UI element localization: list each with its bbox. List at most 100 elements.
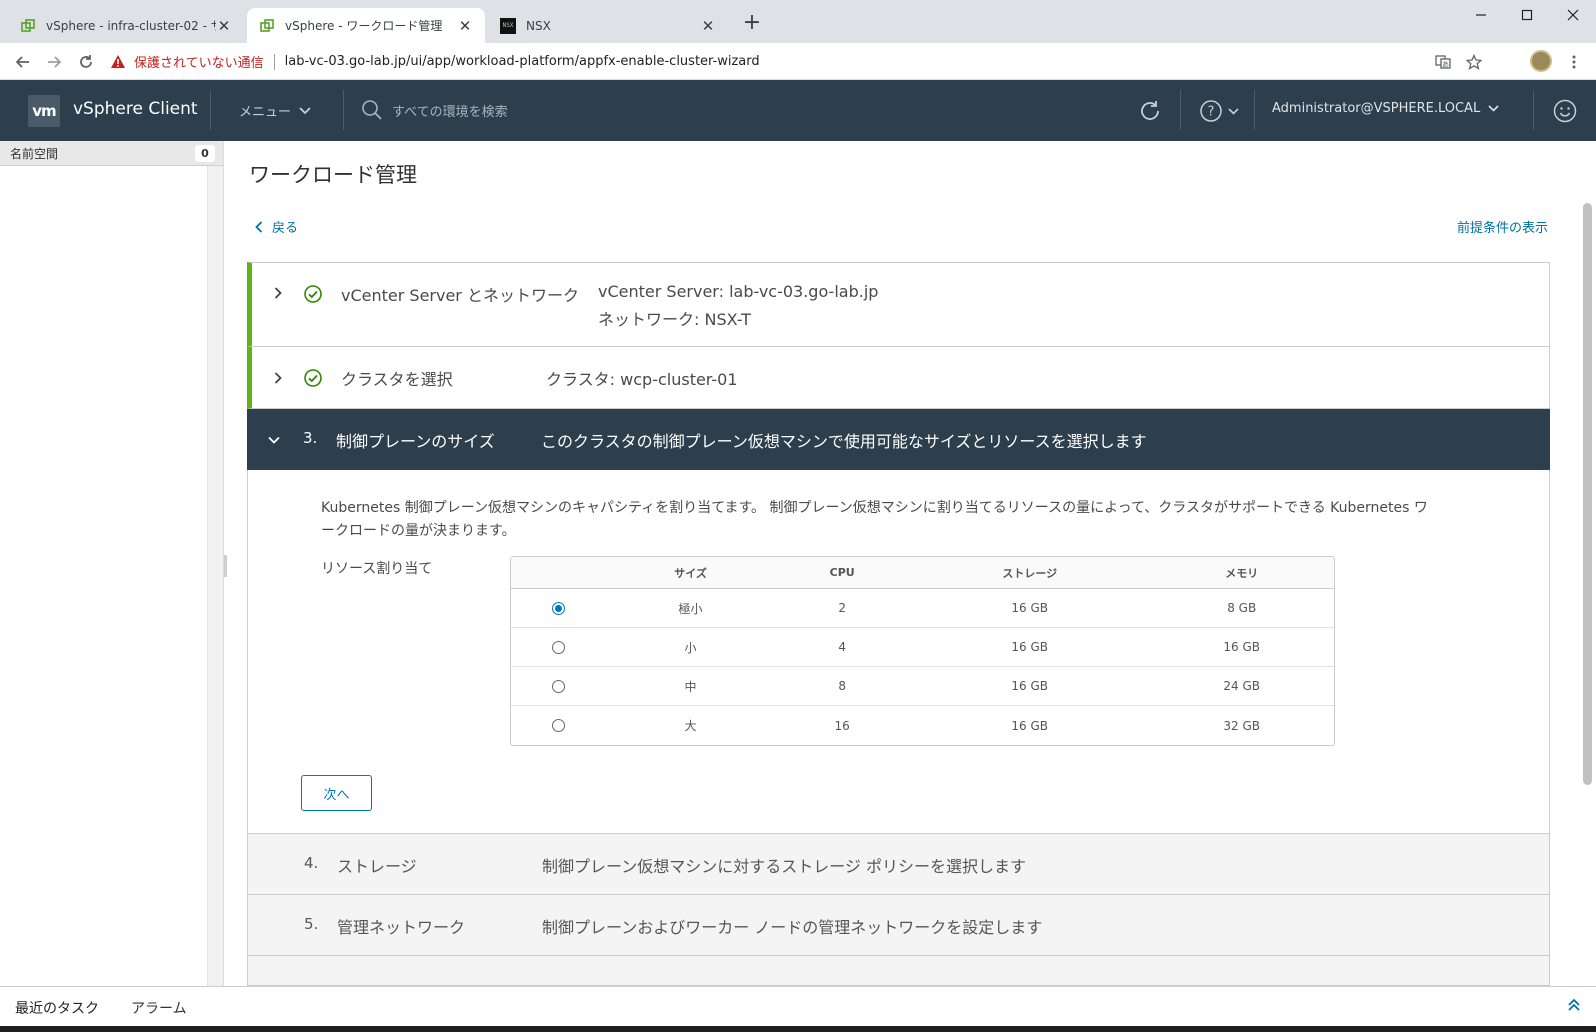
back-link[interactable]: 戻る <box>255 217 298 236</box>
step-select-cluster[interactable]: クラスタを選択 クラスタ: wcp-cluster-01 <box>247 347 1550 409</box>
cell-cpu: 8 <box>838 679 847 693</box>
column-cpu: CPU <box>829 566 855 579</box>
tab-title: vSphere - ワークロード管理 <box>285 19 443 33</box>
size-radio-tiny[interactable] <box>552 601 566 615</box>
menu-button[interactable]: メニュー <box>239 101 311 120</box>
minimize-button[interactable] <box>1458 0 1504 30</box>
table-row[interactable]: 極小 2 16 GB 8 GB <box>511 589 1334 628</box>
cell-size: 大 <box>684 719 697 733</box>
browser-tab-workload[interactable]: vSphere - ワークロード管理 ✕ <box>247 8 485 43</box>
step-control-plane-size-body: Kubernetes 制御プレーン仮想マシンのキャパシティを割り当てます。 制御… <box>247 470 1550 834</box>
check-circle-icon <box>304 285 322 303</box>
user-menu[interactable]: Administrator@VSPHERE.LOCAL <box>1272 101 1499 116</box>
table-row[interactable]: 小 4 16 GB 16 GB <box>511 628 1334 667</box>
cell-size: 極小 <box>678 601 703 616</box>
wizard-steps: vCenter Server とネットワーク vCenter Server: l… <box>247 262 1550 986</box>
step-title: 管理ネットワーク <box>337 918 466 937</box>
back-nav-button[interactable] <box>12 51 34 73</box>
cell-cpu: 16 <box>834 718 850 733</box>
namespace-count-badge: 0 <box>195 144 215 162</box>
close-window-button[interactable] <box>1550 0 1596 30</box>
chevron-right-icon[interactable] <box>271 286 285 300</box>
cell-storage: 16 GB <box>1011 640 1049 654</box>
cell-memory: 8 GB <box>1227 601 1257 615</box>
chevron-down-icon <box>1488 105 1499 112</box>
step-storage[interactable]: 4. ストレージ 制御プレーン仮想マシンに対するストレージ ポリシーを選択します <box>247 834 1550 895</box>
tab-title: NSX <box>526 18 551 33</box>
arrow-left-icon <box>15 56 29 68</box>
browser-tab-strip: vSphere - infra-cluster-02 - サマリ ✕ vSphe… <box>0 0 1596 43</box>
step-control-plane-size[interactable]: 3. 制御プレーンのサイズ このクラスタの制御プレーン仮想マシンで使用可能なサイ… <box>247 409 1550 470</box>
reload-icon <box>80 55 92 68</box>
main-scrollbar[interactable] <box>1578 141 1596 986</box>
scrollbar-thumb[interactable] <box>1583 203 1592 785</box>
browser-menu-button[interactable] <box>1563 51 1585 73</box>
new-tab-button[interactable]: + <box>740 12 764 36</box>
namespace-panel-header: 名前空間 0 <box>0 141 223 166</box>
column-memory: メモリ <box>1225 566 1259 580</box>
step-number: 5. <box>304 915 319 933</box>
feedback-button[interactable] <box>1553 98 1577 124</box>
cell-size: 中 <box>684 679 697 694</box>
show-prerequisites-link[interactable]: 前提条件の表示 <box>1457 217 1548 236</box>
refresh-button[interactable] <box>1138 98 1162 124</box>
forward-nav-button[interactable] <box>43 51 65 73</box>
expand-panel-icon[interactable] <box>1566 997 1582 1013</box>
close-tab-icon[interactable]: ✕ <box>457 17 473 35</box>
omnibox[interactable]: 保護されていない通信 lab-vc-03.go-lab.jp/ui/app/wo… <box>110 47 1490 76</box>
browser-tab-nsx[interactable]: NSX NSX ✕ <box>488 8 728 43</box>
address-bar: 保護されていない通信 lab-vc-03.go-lab.jp/ui/app/wo… <box>0 43 1596 80</box>
tab-alarms[interactable]: アラーム <box>131 998 187 1018</box>
browser-tab-infra-cluster[interactable]: vSphere - infra-cluster-02 - サマリ ✕ <box>8 8 244 43</box>
minimize-icon <box>1476 14 1486 16</box>
close-tab-icon[interactable]: ✕ <box>700 17 716 35</box>
recent-tasks-bar: 最近のタスク アラーム <box>0 986 1596 1026</box>
table-header: サイズ CPU ストレージ メモリ <box>511 557 1334 589</box>
close-icon <box>1567 9 1579 21</box>
search-icon <box>362 100 382 120</box>
step-management-network[interactable]: 5. 管理ネットワーク 制御プレーンおよびワーカー ノードの管理ネットワークを設… <box>247 895 1550 956</box>
size-radio-medium[interactable] <box>552 679 566 693</box>
step-summary: クラスタ: wcp-cluster-01 <box>546 370 738 389</box>
kebab-menu-icon <box>1572 55 1576 69</box>
cell-cpu: 4 <box>838 640 847 654</box>
nsx-icon: NSX <box>500 17 516 34</box>
maximize-button[interactable] <box>1504 0 1550 30</box>
size-radio-large[interactable] <box>552 719 566 732</box>
step-description: 制御プレーン仮想マシンに対するストレージ ポリシーを選択します <box>542 857 1026 876</box>
check-circle-icon <box>304 369 322 387</box>
svg-text:?: ? <box>1208 105 1215 120</box>
global-search[interactable]: すべての環境を検索 <box>362 98 662 122</box>
search-placeholder: すべての環境を検索 <box>392 104 508 120</box>
profile-avatar[interactable] <box>1530 50 1552 72</box>
step-title: vCenter Server とネットワーク <box>341 286 579 305</box>
chevron-right-icon[interactable] <box>271 371 285 385</box>
close-tab-icon[interactable]: ✕ <box>216 17 232 35</box>
app-name[interactable]: vSphere Client <box>73 99 198 119</box>
tab-title: vSphere - infra-cluster-02 - サマリ <box>46 19 216 33</box>
star-icon <box>1466 54 1482 70</box>
header-divider <box>210 90 211 130</box>
namespace-scrollbar[interactable] <box>207 166 223 986</box>
chevron-down-icon[interactable] <box>267 433 281 447</box>
header-divider <box>1180 90 1181 130</box>
bookmark-button[interactable] <box>1463 51 1485 73</box>
url-text[interactable]: lab-vc-03.go-lab.jp/ui/app/workload-plat… <box>285 54 760 69</box>
size-radio-small[interactable] <box>552 640 566 654</box>
step-next-partial <box>247 956 1550 986</box>
chevron-down-icon <box>299 106 311 114</box>
step-vcenter-network[interactable]: vCenter Server とネットワーク vCenter Server: l… <box>247 262 1550 347</box>
step-summary-vcenter: vCenter Server: lab-vc-03.go-lab.jp <box>598 282 879 301</box>
translate-button[interactable]: あ <box>1432 51 1454 73</box>
step-description: 制御プレーンおよびワーカー ノードの管理ネットワークを設定します <box>542 918 1043 937</box>
table-row[interactable]: 大 16 16 GB 32 GB <box>511 706 1334 745</box>
next-button[interactable]: 次へ <box>301 775 372 811</box>
help-button[interactable]: ? <box>1200 98 1239 124</box>
tab-recent-tasks[interactable]: 最近のタスク <box>15 998 99 1018</box>
step-instructions: Kubernetes 制御プレーン仮想マシンのキャパシティを割り当てます。 制御… <box>321 500 1428 539</box>
security-warning[interactable]: 保護されていない通信 <box>134 52 264 71</box>
cell-storage: 16 GB <box>1011 679 1049 693</box>
table-row[interactable]: 中 8 16 GB 24 GB <box>511 667 1334 706</box>
reload-button[interactable] <box>75 51 97 73</box>
resource-allocation-label: リソース割り当て <box>321 561 433 577</box>
